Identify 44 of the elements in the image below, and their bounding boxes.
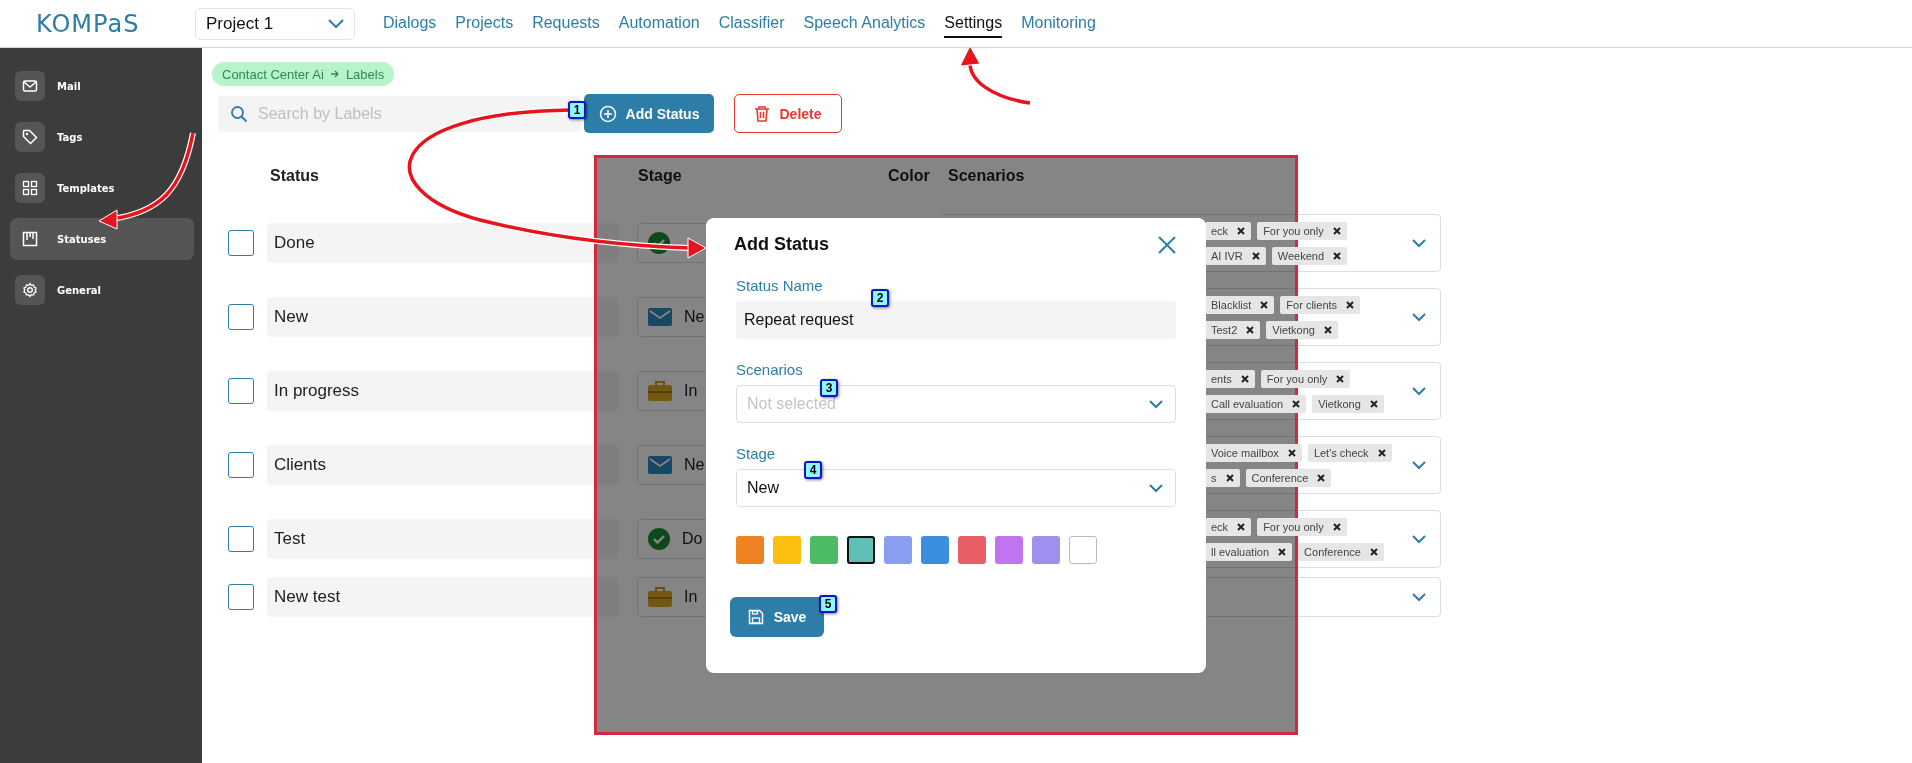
sidebar-label: Statuses [57,233,107,245]
column-header: Scenarios [948,167,1025,185]
step-badge: 2 [871,289,889,307]
stage-text: Ne [684,456,705,474]
stage-text: In [684,382,698,400]
column-header: Stage [638,167,683,185]
scenario-tag: Test2 [1205,320,1261,339]
sidebar-label: Tags [57,131,83,143]
scenario-tag: Vietkong [1312,394,1384,413]
sidebar-label: Templates [57,182,115,194]
scenario-tag: For you only [1257,221,1347,240]
step-badge: 3 [820,379,838,397]
scenario-tag: For clients [1280,295,1361,314]
stage-text: Do [682,530,703,548]
column-header: Status [270,167,320,185]
scenario-tag: ents [1205,369,1255,388]
field-label: Scenarios [736,361,804,378]
scenario-tag: s [1205,468,1240,487]
step-badge: 1 [568,101,586,119]
logo: KOMPaS [36,9,141,38]
scenario-tag: eck [1205,517,1252,536]
dialog-title: Add Status [734,234,829,255]
scenario-tag: Call evaluation [1205,394,1307,413]
scenario-tag: Vietkong [1266,320,1338,339]
column-header: Color [888,167,931,185]
sidebar-label: General [57,284,101,296]
field-label: Stage [736,445,777,462]
field-label: Status Name [736,277,824,294]
stage-text: In [684,588,698,606]
scenario-tag: Weekend [1271,246,1348,265]
scenario-tag: Conference [1298,542,1384,561]
scenario-tag: ll evaluation [1205,542,1293,561]
scenario-tag: For you only [1260,369,1351,388]
step-badge: 4 [804,461,822,479]
scenario-tag: eck [1205,221,1252,240]
scenario-tag: Let's check [1307,443,1392,462]
scenario-tag: Conference [1245,468,1332,487]
scenario-tag: For you only [1257,517,1347,536]
sidebar-label: Mail [57,80,81,92]
scenario-tag: Blacklist [1205,295,1275,314]
stage-text: Ne [684,308,705,326]
step-badge: 5 [819,595,837,613]
scenario-tag: Voice mailbox [1205,443,1302,462]
scenario-tag: AI IVR [1205,246,1266,265]
